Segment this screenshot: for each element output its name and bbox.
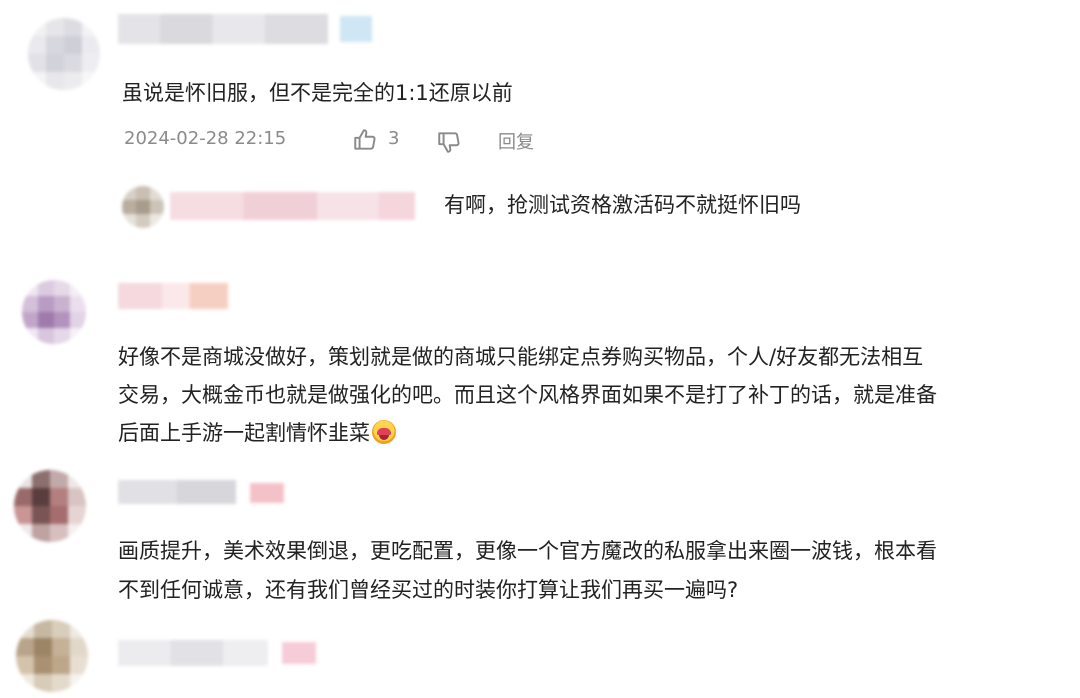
reply-button[interactable]: 回复: [498, 128, 534, 154]
user-badge: [340, 16, 372, 42]
comment-text-line: 画质提升，美术效果倒退，更吃配置，更像一个官方魔改的私服拿出来圈一波钱，根本看: [118, 539, 937, 563]
thumbs-up-icon[interactable]: [352, 127, 378, 153]
avatar[interactable]: [16, 620, 88, 692]
comment-text-line: 不到任何诚意，还有我们曾经买过的时装你打算让我们再买一遍吗?: [118, 578, 739, 602]
avatar[interactable]: [22, 280, 86, 344]
reply-username[interactable]: [170, 192, 415, 220]
drooling-face-emoji: [372, 420, 396, 444]
user-badge: [250, 483, 284, 503]
username[interactable]: [118, 14, 328, 44]
thumbs-down-icon[interactable]: [436, 129, 462, 155]
comment-text-line: 后面上手游一起割情怀韭菜: [118, 414, 396, 453]
like-count: 3: [388, 128, 400, 149]
comment-timestamp: 2024-02-28 22:15: [124, 128, 287, 149]
avatar[interactable]: [28, 18, 100, 90]
username[interactable]: [118, 640, 268, 666]
reply-avatar[interactable]: [122, 186, 164, 228]
comment-text-line: 交易，大概金币也就是做强化的吧。而且这个风格界面如果不是打了补丁的话，就是准备: [118, 383, 937, 407]
comment-text: 虽说是怀旧服，但不是完全的1:1还原以前: [122, 81, 513, 105]
comment-text-line: 好像不是商城没做好，策划就是做的商城只能绑定点券购买物品，个人/好友都无法相互: [118, 345, 924, 369]
user-badge: [282, 642, 316, 664]
username[interactable]: [118, 480, 236, 504]
comment-text-segment: 后面上手游一起割情怀韭菜: [118, 421, 370, 445]
reply-text: 有啊，抢测试资格激活码不就挺怀旧吗: [444, 193, 801, 217]
avatar[interactable]: [14, 470, 86, 542]
username[interactable]: [118, 283, 228, 309]
